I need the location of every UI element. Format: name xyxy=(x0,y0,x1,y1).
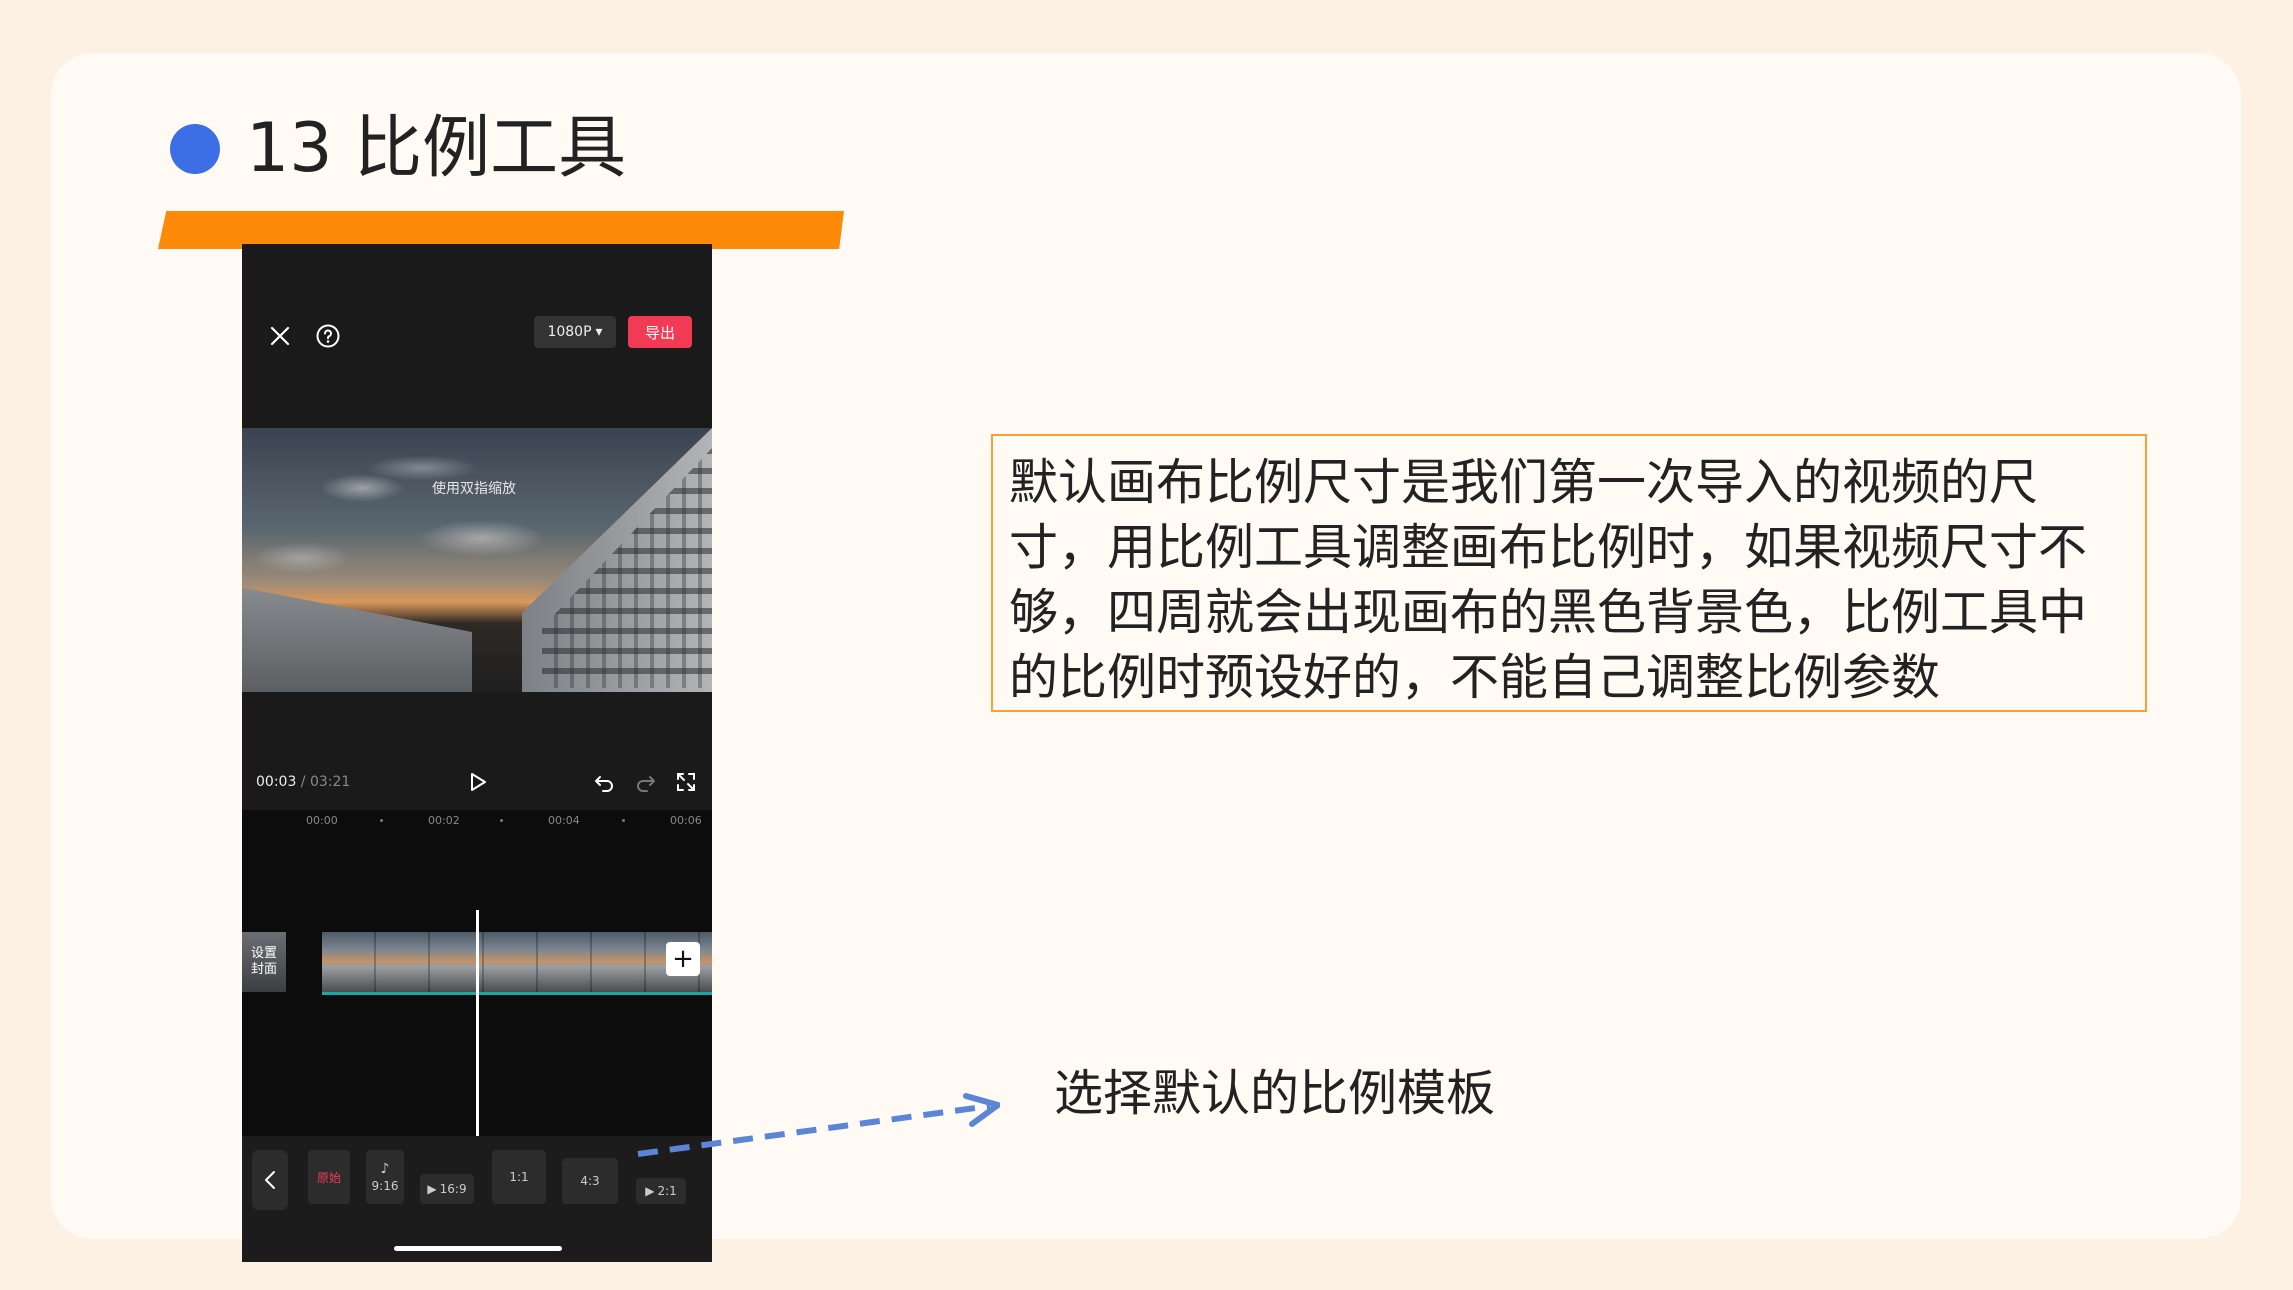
add-clip-button[interactable]: + xyxy=(666,942,700,976)
ratio-label: 1:1 xyxy=(509,1170,529,1184)
arrow-caption: 选择默认的比例模板 xyxy=(1054,1065,1496,1122)
ratio-9-16[interactable]: ♪ 9:16 xyxy=(366,1150,404,1204)
ratio-label: 16:9 xyxy=(439,1182,467,1196)
time-total: 03:21 xyxy=(309,774,351,790)
time-current: 00:03 xyxy=(256,774,297,790)
ratio-4-3[interactable]: 4:3 xyxy=(562,1158,618,1204)
ruler-dot xyxy=(622,819,625,822)
back-button[interactable] xyxy=(252,1150,288,1210)
resolution-dropdown[interactable]: 1080P ▾ xyxy=(534,316,616,348)
home-indicator xyxy=(394,1246,562,1251)
slide-title: 13 比例工具 xyxy=(246,109,627,188)
play-icon[interactable] xyxy=(464,768,492,796)
undo-icon[interactable] xyxy=(592,770,616,794)
playhead[interactable] xyxy=(476,910,479,1174)
help-icon[interactable] xyxy=(310,318,346,354)
video-clip-track[interactable] xyxy=(322,932,712,995)
time-separator: / xyxy=(296,774,310,790)
dashed-arrow-icon xyxy=(637,1093,1000,1157)
close-icon[interactable] xyxy=(262,318,298,354)
description-text: 默认画布比例尺寸是我们第一次导入的视频的尺寸，用比例工具调整画布比例时，如果视频… xyxy=(1009,454,2088,706)
ratio-label: 原始 xyxy=(316,1170,341,1185)
ruler-tick: 00:06 xyxy=(670,814,702,827)
ruler-tick: 00:00 xyxy=(306,814,338,827)
tiktok-icon: ♪ xyxy=(380,1161,390,1177)
time-ruler: 00:00 00:02 00:04 00:06 xyxy=(242,810,712,830)
chevron-left-icon xyxy=(265,1171,275,1189)
chevron-down-icon: ▾ xyxy=(595,324,603,340)
ratio-1-1[interactable]: 1:1 xyxy=(492,1150,546,1204)
title-bullet-icon xyxy=(170,124,220,174)
ruler-dot xyxy=(500,819,503,822)
set-cover-button[interactable]: 设置 封面 xyxy=(242,932,286,992)
ratio-16-9[interactable]: ▶ 16:9 xyxy=(420,1174,474,1204)
youtube-icon: ▶ xyxy=(427,1182,437,1196)
resolution-label: 1080P xyxy=(547,324,592,340)
description-box: 默认画布比例尺寸是我们第一次导入的视频的尺寸，用比例工具调整画布比例时，如果视频… xyxy=(991,434,2147,712)
preview-hint: 使用双指缩放 xyxy=(432,481,516,497)
time-display: 00:03 / 03:21 xyxy=(256,774,350,790)
export-button[interactable]: 导出 xyxy=(628,316,692,348)
ratio-label: 4:3 xyxy=(580,1174,600,1188)
ratio-label: 9:16 xyxy=(371,1179,399,1193)
cover-label-line2: 封面 xyxy=(250,962,277,977)
fullscreen-icon[interactable] xyxy=(674,770,698,794)
cover-label-line1: 设置 xyxy=(250,946,277,961)
ruler-dot xyxy=(380,819,383,822)
redo-icon[interactable] xyxy=(634,770,658,794)
video-preview[interactable]: 使用双指缩放 xyxy=(242,428,712,692)
ruler-tick: 00:02 xyxy=(428,814,460,827)
ruler-tick: 00:04 xyxy=(548,814,580,827)
ratio-original[interactable]: 原始 xyxy=(308,1150,350,1204)
